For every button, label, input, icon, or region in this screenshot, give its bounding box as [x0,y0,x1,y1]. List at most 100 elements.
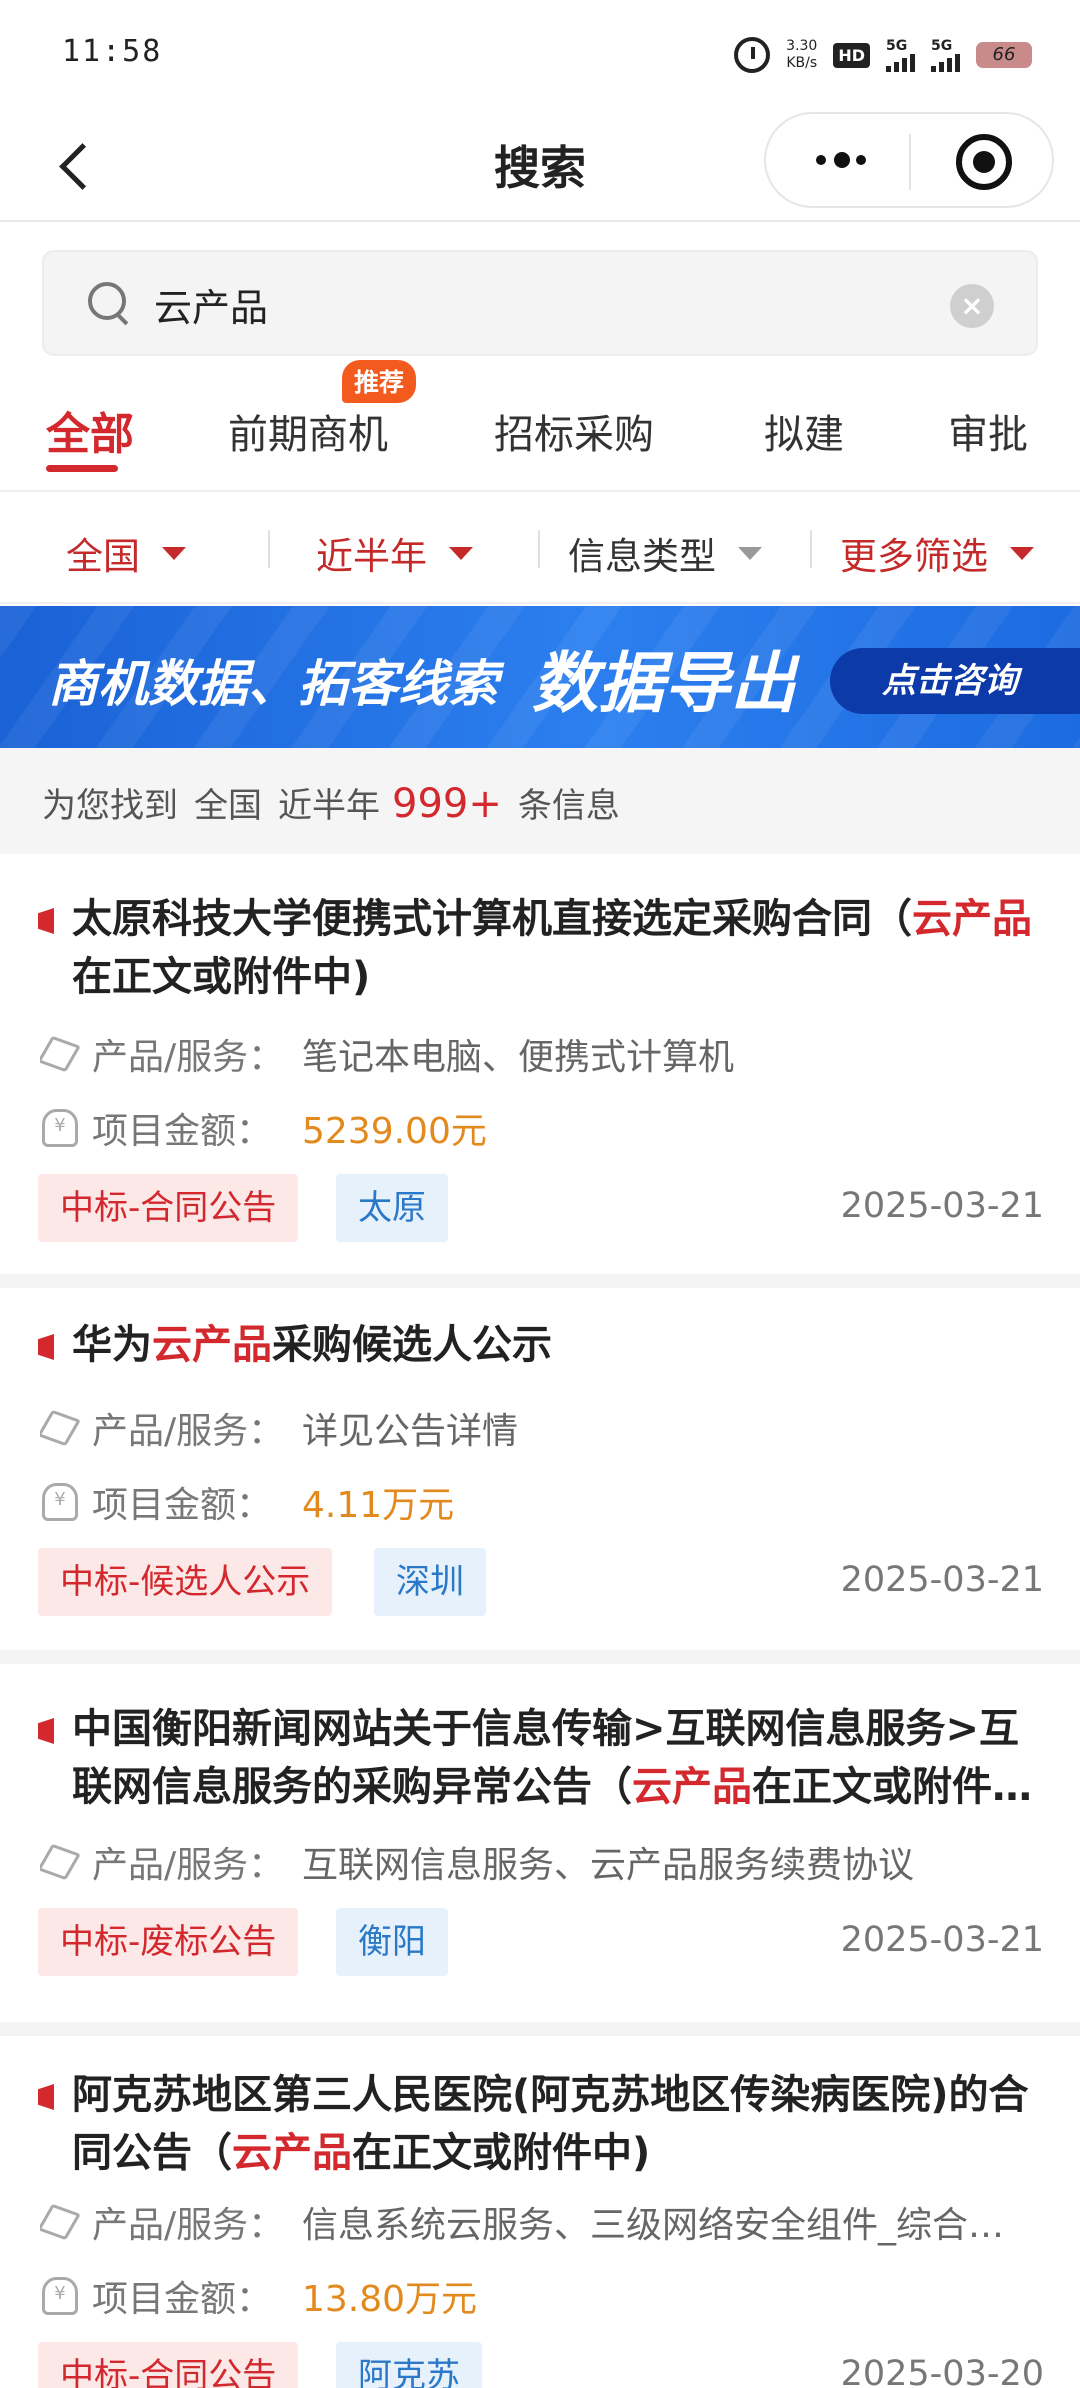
filter-region-label: 全国 [66,535,140,578]
result-date: 2025-03-21 [840,1186,1044,1226]
keyword-highlight: 云产品 [912,896,1032,942]
summary-period: 近半年 [278,786,380,826]
filter-region[interactable]: 全国 [66,526,186,580]
box-icon [40,1843,74,1877]
consult-button[interactable]: 点击咨询 [830,648,1080,714]
signal-label: 5G [886,38,908,54]
amount-value: 5239.00元 [302,1111,487,1152]
result-date: 2025-03-21 [840,1920,1044,1960]
product-label: 产品/服务： [92,1037,285,1078]
clear-icon[interactable]: × [950,284,994,328]
region-tag: 阿克苏 [336,2342,482,2388]
money-bag-icon [40,2277,78,2315]
close-miniprogram-icon[interactable] [956,134,1012,190]
type-tag: 中标-合同公告 [38,1174,299,1242]
status-time: 11:58 [62,34,163,69]
caret-down-icon [738,546,762,560]
network-speed-value: 3.30 [786,38,818,54]
banner-highlight: 数据导出 [532,645,796,722]
region-tag: 深圳 [374,1548,486,1616]
result-date: 2025-03-21 [840,1560,1044,1600]
region-tag: 太原 [336,1174,448,1242]
result-title: 中国衡阳新闻网站关于信息传输>互联网信息服务>互联网信息服务的采购异常公告（云产… [72,1706,1020,1810]
product-label: 产品/服务： [92,1411,285,1452]
caret-down-icon [162,546,186,560]
summary-suffix: 条信息 [517,786,620,826]
type-tag: 中标-合同公告 [38,2342,299,2388]
filter-divider [268,530,270,568]
result-title: 华为云产品采购候选人公示 [72,1322,552,1368]
result-title: 阿克苏地区第三人民医院(阿克苏地区传染病医院)的合同公告（云产品在正文或附件中) [72,2072,1029,2176]
flag-icon [38,1718,54,1744]
tab-proposed[interactable]: 拟建 [764,402,844,460]
filter-info-type[interactable]: 信息类型 [568,526,762,580]
amount-row: 项目金额： 4.11万元 [40,1476,1040,1528]
amount-value: 4.11万元 [302,1485,455,1526]
more-icon[interactable] [808,138,878,182]
promo-banner[interactable]: 商机数据、拓客线索 数据导出 点击咨询 [0,606,1080,748]
box-icon [40,2203,74,2237]
amount-row: 项目金额： 13.80万元 [40,2270,1040,2322]
filter-divider [538,530,540,568]
banner-text: 商机数据、拓客线索 [48,655,498,713]
result-card[interactable]: 华为云产品采购候选人公示 产品/服务： 详见公告详情 项目金额： 4.11万元 … [0,1288,1080,1650]
tab-early-opportunity[interactable]: 前期商机 [228,402,388,460]
status-bar: 11:58 3.30 KB/s HD 5G 5G 66 [0,0,1080,110]
result-card[interactable]: 阿克苏地区第三人民医院(阿克苏地区传染病医院)的合同公告（云产品在正文或附件中)… [0,2036,1080,2388]
product-row: 产品/服务： 笔记本电脑、便携式计算机 [40,1028,1040,1080]
signal-icon: 5G [931,38,960,72]
product-row: 产品/服务： 详见公告详情 [40,1402,1040,1454]
box-icon [40,1035,74,1069]
result-title: 太原科技大学便携式计算机直接选定采购合同（云产品在正文或附件中) [72,896,1032,1000]
tab-tender-procurement[interactable]: 招标采购 [494,402,654,460]
product-label: 产品/服务： [92,1845,285,1886]
search-box[interactable]: × [42,250,1038,356]
miniprogram-capsule [764,112,1054,208]
result-card[interactable]: 太原科技大学便携式计算机直接选定采购合同（云产品在正文或附件中) 产品/服务： … [0,854,1080,1274]
money-bag-icon [40,1109,78,1147]
flag-icon [38,1334,54,1360]
alarm-icon [734,37,771,73]
card-separator [0,1274,1080,1288]
filter-more[interactable]: 更多筛选 [840,526,1034,580]
card-separator [0,2022,1080,2036]
result-card[interactable]: 中国衡阳新闻网站关于信息传输>互联网信息服务>互联网信息服务的采购异常公告（云产… [0,1664,1080,2022]
product-label: 产品/服务： [92,2205,285,2246]
filter-time[interactable]: 近半年 [316,526,473,580]
search-icon [88,282,130,324]
caret-down-icon [1010,546,1034,560]
nav-bar: 搜索 [0,110,1080,222]
results-summary: 为您找到 全国 近半年 999+ 条信息 [0,748,1080,854]
amount-label: 项目金额： [92,1111,273,1152]
region-tag: 衡阳 [336,1908,448,1976]
signal-icon: 5G [886,38,915,72]
tab-all[interactable]: 全部 [46,398,134,462]
capsule-divider [909,134,911,190]
status-icons: 3.30 KB/s HD 5G 5G 66 [734,30,1032,80]
search-input[interactable] [154,276,934,332]
tab-active-indicator [46,465,118,472]
amount-label: 项目金额： [92,2279,273,2320]
product-value: 互联网信息服务、云产品服务续费协议 [302,1845,915,1886]
filter-info-type-label: 信息类型 [568,535,716,578]
box-icon [40,1409,74,1443]
product-value: 详见公告详情 [302,1411,519,1452]
filter-bar: 全国 近半年 信息类型 更多筛选 [0,494,1080,604]
filter-more-label: 更多筛选 [840,535,988,578]
product-row: 产品/服务： 信息系统云服务、三级网络安全组件_综合审计、软件开发服务 [40,2196,1040,2248]
flag-icon [38,908,54,934]
summary-count: 999+ [392,781,502,827]
amount-row: 项目金额： 5239.00元 [40,1102,1040,1154]
caret-down-icon [449,546,473,560]
product-row: 产品/服务： 互联网信息服务、云产品服务续费协议 [40,1836,1040,1888]
money-bag-icon [40,1483,78,1521]
network-speed: 3.30 KB/s [786,38,817,72]
amount-value: 13.80万元 [302,2279,478,2320]
result-date: 2025-03-20 [840,2354,1044,2388]
flag-icon [38,2084,54,2110]
type-tag: 中标-废标公告 [38,1908,299,1976]
filter-time-label: 近半年 [316,535,427,578]
tab-approval[interactable]: 审批 [948,402,1028,460]
summary-region: 全国 [194,786,262,826]
signal-label: 5G [931,38,953,54]
